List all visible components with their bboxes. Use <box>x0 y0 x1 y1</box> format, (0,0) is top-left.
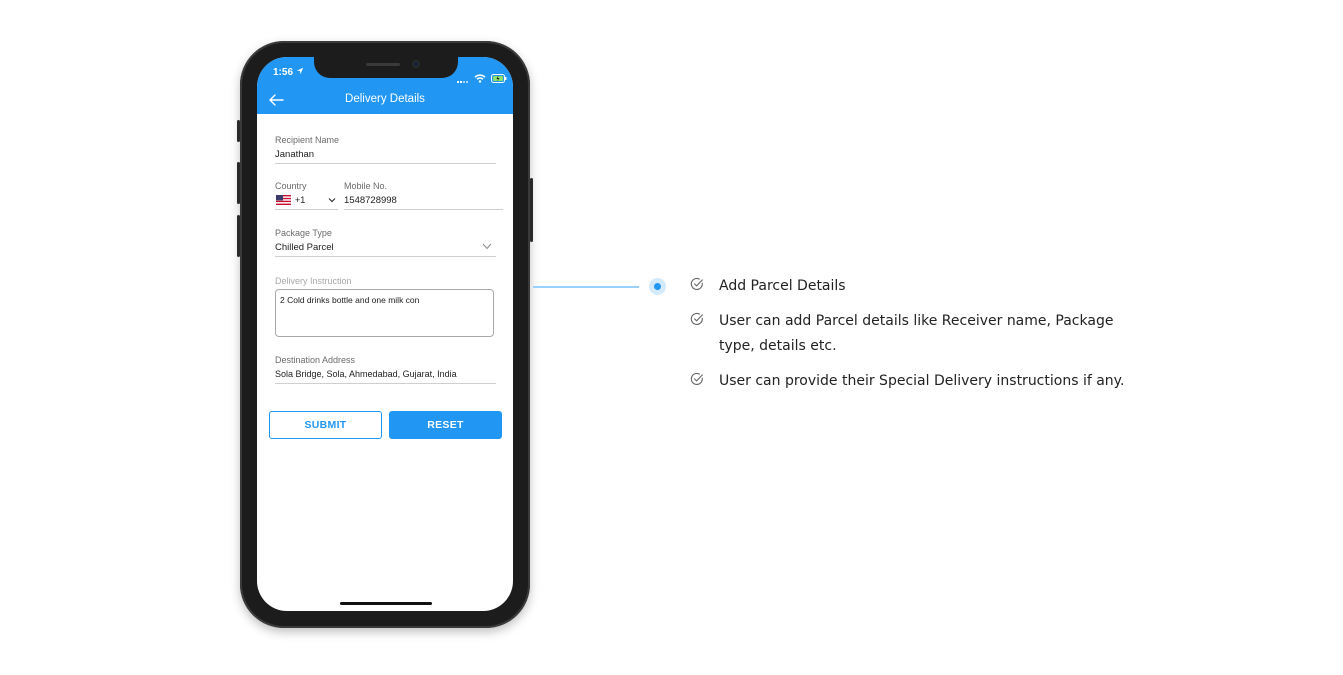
home-indicator <box>340 602 432 605</box>
status-time: 1:56 <box>273 67 304 78</box>
destination-address-label: Destination Address <box>275 355 356 365</box>
location-arrow-icon <box>296 67 303 75</box>
feature-text: User can provide their Special Delivery … <box>719 373 1125 389</box>
phone-screen: 1:56 Delivery Details Recipient Name Jan… <box>257 57 513 611</box>
check-circle-icon <box>690 277 703 290</box>
recipient-underline <box>275 163 496 164</box>
mute-switch <box>237 120 240 142</box>
mobile-field[interactable]: 1548728998 <box>344 195 397 206</box>
reset-button[interactable]: RESET <box>389 411 502 439</box>
check-circle-icon <box>690 372 703 385</box>
address-underline <box>275 383 496 384</box>
us-flag-icon <box>276 195 291 205</box>
mobile-underline <box>344 209 503 210</box>
power-button <box>530 178 533 242</box>
delivery-instruction-textarea[interactable]: 2 Cold drinks bottle and one milk con <box>275 289 494 337</box>
feature-text: User can add Parcel details like Receive… <box>719 313 1114 354</box>
chevron-down-icon[interactable] <box>328 197 336 203</box>
destination-address-field[interactable]: Sola Bridge, Sola, Ahmedabad, Gujarat, I… <box>275 369 457 379</box>
package-type-select[interactable]: Chilled Parcel <box>275 242 334 253</box>
connector-dot <box>649 278 666 295</box>
country-code[interactable]: +1 <box>295 195 305 205</box>
camera <box>412 60 420 68</box>
notch <box>314 57 458 78</box>
check-circle-icon <box>690 312 703 325</box>
battery-icon <box>491 74 507 83</box>
app-bar: 1:56 Delivery Details <box>257 57 513 114</box>
volume-down-button <box>237 215 240 257</box>
connector-dot-center <box>654 283 661 290</box>
submit-button[interactable]: SUBMIT <box>269 411 382 439</box>
country-label: Country <box>275 181 307 191</box>
page-title: Delivery Details <box>345 93 425 105</box>
status-time-text: 1:56 <box>273 67 294 78</box>
wifi-icon <box>474 74 486 83</box>
package-underline <box>275 256 496 257</box>
country-underline <box>275 209 338 210</box>
recipient-name-label: Recipient Name <box>275 135 340 145</box>
signal-icon <box>457 81 468 83</box>
speaker <box>366 63 400 66</box>
mobile-label: Mobile No. <box>344 181 388 191</box>
feature-text: Add Parcel Details <box>719 278 846 294</box>
volume-up-button <box>237 162 240 204</box>
connector-line <box>533 286 639 288</box>
chevron-down-icon[interactable] <box>482 243 492 250</box>
recipient-name-field[interactable]: Janathan <box>275 149 314 160</box>
status-icons <box>457 68 507 87</box>
package-type-label: Package Type <box>275 228 332 238</box>
delivery-instruction-label: Delivery Instruction <box>275 276 352 286</box>
